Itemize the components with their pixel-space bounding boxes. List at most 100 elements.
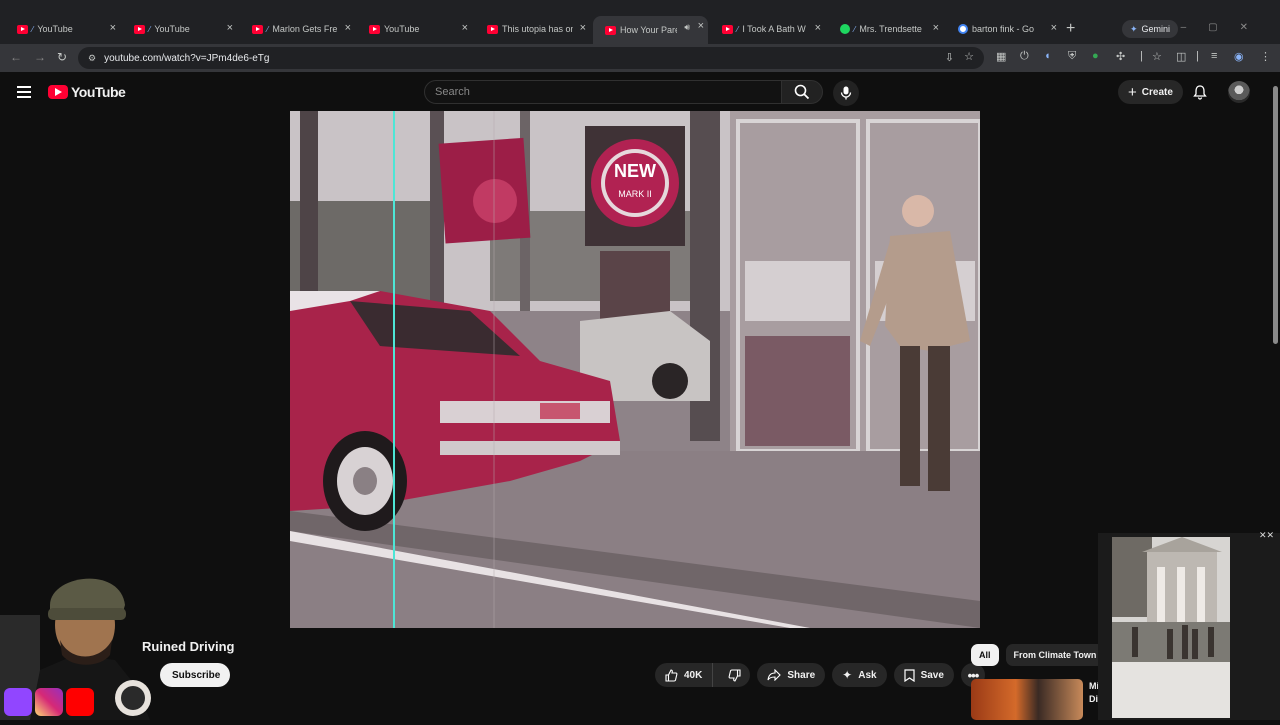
close-tab-icon[interactable]: × <box>462 22 468 34</box>
bookmarks-icon[interactable]: ☆ <box>1152 50 1162 63</box>
browser-tab[interactable]: This utopia has one × <box>475 18 590 40</box>
browser-tab[interactable]: ⁄ I Took A Bath W × <box>710 18 825 40</box>
close-tab-icon[interactable]: × <box>1051 22 1057 34</box>
browser-tab[interactable]: ⁄ Mrs. Trendsette × <box>828 18 943 40</box>
puzzle-icon[interactable]: ✣ <box>1116 50 1125 63</box>
new-tab-button[interactable]: + <box>1066 20 1075 38</box>
media-icon[interactable]: ≡ <box>1211 50 1217 62</box>
browser-menu-icon[interactable]: ⋮ <box>1260 50 1271 63</box>
svg-text:MARK II: MARK II <box>618 189 652 199</box>
youtube-play-icon <box>48 85 68 99</box>
subscribe-button[interactable]: Subscribe <box>160 663 231 687</box>
browser-tab[interactable]: ⁄ Marlon Gets Fre × <box>240 18 355 40</box>
search-icon <box>794 84 810 100</box>
close-tab-icon[interactable]: × <box>580 22 586 34</box>
tab-title: Mrs. Trendsette <box>859 24 922 34</box>
thumbs-down-icon <box>728 668 741 682</box>
vpn-icon[interactable]: ● <box>1092 50 1099 62</box>
svg-text:NEW: NEW <box>614 161 656 181</box>
tab-title: YouTube <box>384 24 420 34</box>
tab-group-icon: ⁄ <box>149 24 151 34</box>
tab-title: YouTube <box>154 24 190 34</box>
browser-tab[interactable]: ⁄ YouTube × <box>5 18 120 40</box>
close-tab-icon[interactable]: × <box>110 22 116 34</box>
close-tab-icon[interactable]: × <box>698 20 704 32</box>
extension-icon[interactable]: ▦ <box>996 50 1006 63</box>
tab-title: YouTube <box>37 24 73 34</box>
create-button[interactable]: + Create <box>1118 80 1183 104</box>
reload-icon[interactable]: ↻ <box>57 50 67 64</box>
voice-search-button[interactable] <box>833 80 859 106</box>
pip-video[interactable] <box>1112 537 1230 718</box>
profile-icon[interactable]: ◉ <box>1234 50 1244 63</box>
shield-icon[interactable]: ⛨ <box>1068 50 1076 63</box>
tab-title: Marlon Gets Fre <box>272 24 338 34</box>
window-controls[interactable]: –▢✕ <box>1181 22 1270 33</box>
youtube-icon <box>605 25 616 35</box>
close-tab-icon[interactable]: × <box>933 22 939 34</box>
divider-icon: | <box>1140 50 1143 62</box>
sidepanel-icon[interactable]: ◫ <box>1176 50 1186 63</box>
browser-tab[interactable]: barton fink - Go × <box>946 18 1061 40</box>
browser-tab[interactable]: How Your Paren 🔊︎ × <box>593 16 708 44</box>
close-tab-icon[interactable]: × <box>345 22 351 34</box>
like-button[interactable]: 40K <box>655 663 714 687</box>
power-icon[interactable]: ⏻ <box>1020 50 1029 63</box>
pip-video-frame <box>1112 537 1230 718</box>
youtube-logo[interactable]: YouTube <box>48 84 126 100</box>
browser-tab[interactable]: YouTube × <box>357 18 472 40</box>
share-button[interactable]: Share <box>757 663 826 687</box>
browser-toolbar: ← → ↻ ⚙ youtube.com/watch?v=JPm4de6-eTg … <box>0 44 1280 72</box>
save-button[interactable]: Save <box>893 663 954 687</box>
bookmark-star-icon[interactable]: ☆ <box>964 50 974 63</box>
chip-all[interactable]: All <box>971 644 999 666</box>
youtube-wordmark: YouTube <box>71 84 126 100</box>
chip-from-channel[interactable]: From Climate Town <box>1005 644 1105 666</box>
audio-icon[interactable]: ◖ <box>1044 50 1051 62</box>
account-avatar[interactable] <box>1228 81 1250 103</box>
save-label: Save <box>920 669 944 681</box>
video-actions: 40K Share ✦ Ask Save ••• <box>655 663 985 687</box>
address-bar[interactable]: ⚙ youtube.com/watch?v=JPm4de6-eTg ⇩ ☆ <box>78 47 984 69</box>
recommendation-thumbnail[interactable] <box>971 679 1083 720</box>
back-icon[interactable]: ← <box>10 50 22 64</box>
share-label: Share <box>787 669 816 681</box>
scrollbar-thumb[interactable] <box>1273 86 1278 344</box>
dislike-button[interactable] <box>719 663 750 687</box>
video-player[interactable]: NEW MARK II <box>290 111 980 628</box>
site-info-icon[interactable]: ⚙ <box>88 53 96 64</box>
google-icon <box>958 24 968 34</box>
youtube-icon <box>252 24 263 34</box>
tab-group-icon: ⁄ <box>854 24 856 34</box>
like-count: 40K <box>684 669 703 681</box>
recommendation-chips: All From Climate Town <box>971 644 1105 666</box>
install-icon[interactable]: ⇩ <box>945 51 954 64</box>
hamburger-menu-icon[interactable] <box>17 86 31 98</box>
instagram-icon <box>35 688 63 716</box>
like-dislike-group: 40K <box>655 663 751 687</box>
thumbs-up-icon <box>665 668 678 682</box>
browser-tab[interactable]: ⁄ YouTube × <box>122 18 237 40</box>
speaker-icon[interactable]: 🔊︎ <box>684 22 690 33</box>
forward-icon[interactable]: → <box>34 50 46 64</box>
pip-close-icon[interactable]: ✕✕ <box>1259 530 1274 541</box>
notifications-bell-icon[interactable] <box>1193 85 1207 100</box>
gemini-icon: ✦ <box>1130 23 1138 34</box>
search-input[interactable]: Search <box>424 80 782 104</box>
close-tab-icon[interactable]: × <box>227 22 233 34</box>
gemini-button[interactable]: ✦ Gemini <box>1122 20 1179 38</box>
gemini-label: Gemini <box>1141 24 1171 34</box>
bookmark-icon <box>903 668 915 682</box>
youtube-masthead: YouTube Search + Create <box>0 72 1280 112</box>
close-tab-icon[interactable]: × <box>815 22 821 34</box>
tab-title: barton fink - Go <box>972 24 1035 34</box>
tab-title: I Took A Bath W <box>742 24 806 34</box>
ask-label: Ask <box>858 669 877 681</box>
url-text: youtube.com/watch?v=JPm4de6-eTg <box>104 52 270 64</box>
ask-button[interactable]: ✦ Ask <box>832 663 887 687</box>
social-icons <box>4 688 94 716</box>
search-button[interactable] <box>781 80 823 104</box>
microphone-icon <box>840 86 852 100</box>
plus-icon: + <box>1128 83 1137 101</box>
tab-group-icon: ⁄ <box>32 24 34 34</box>
